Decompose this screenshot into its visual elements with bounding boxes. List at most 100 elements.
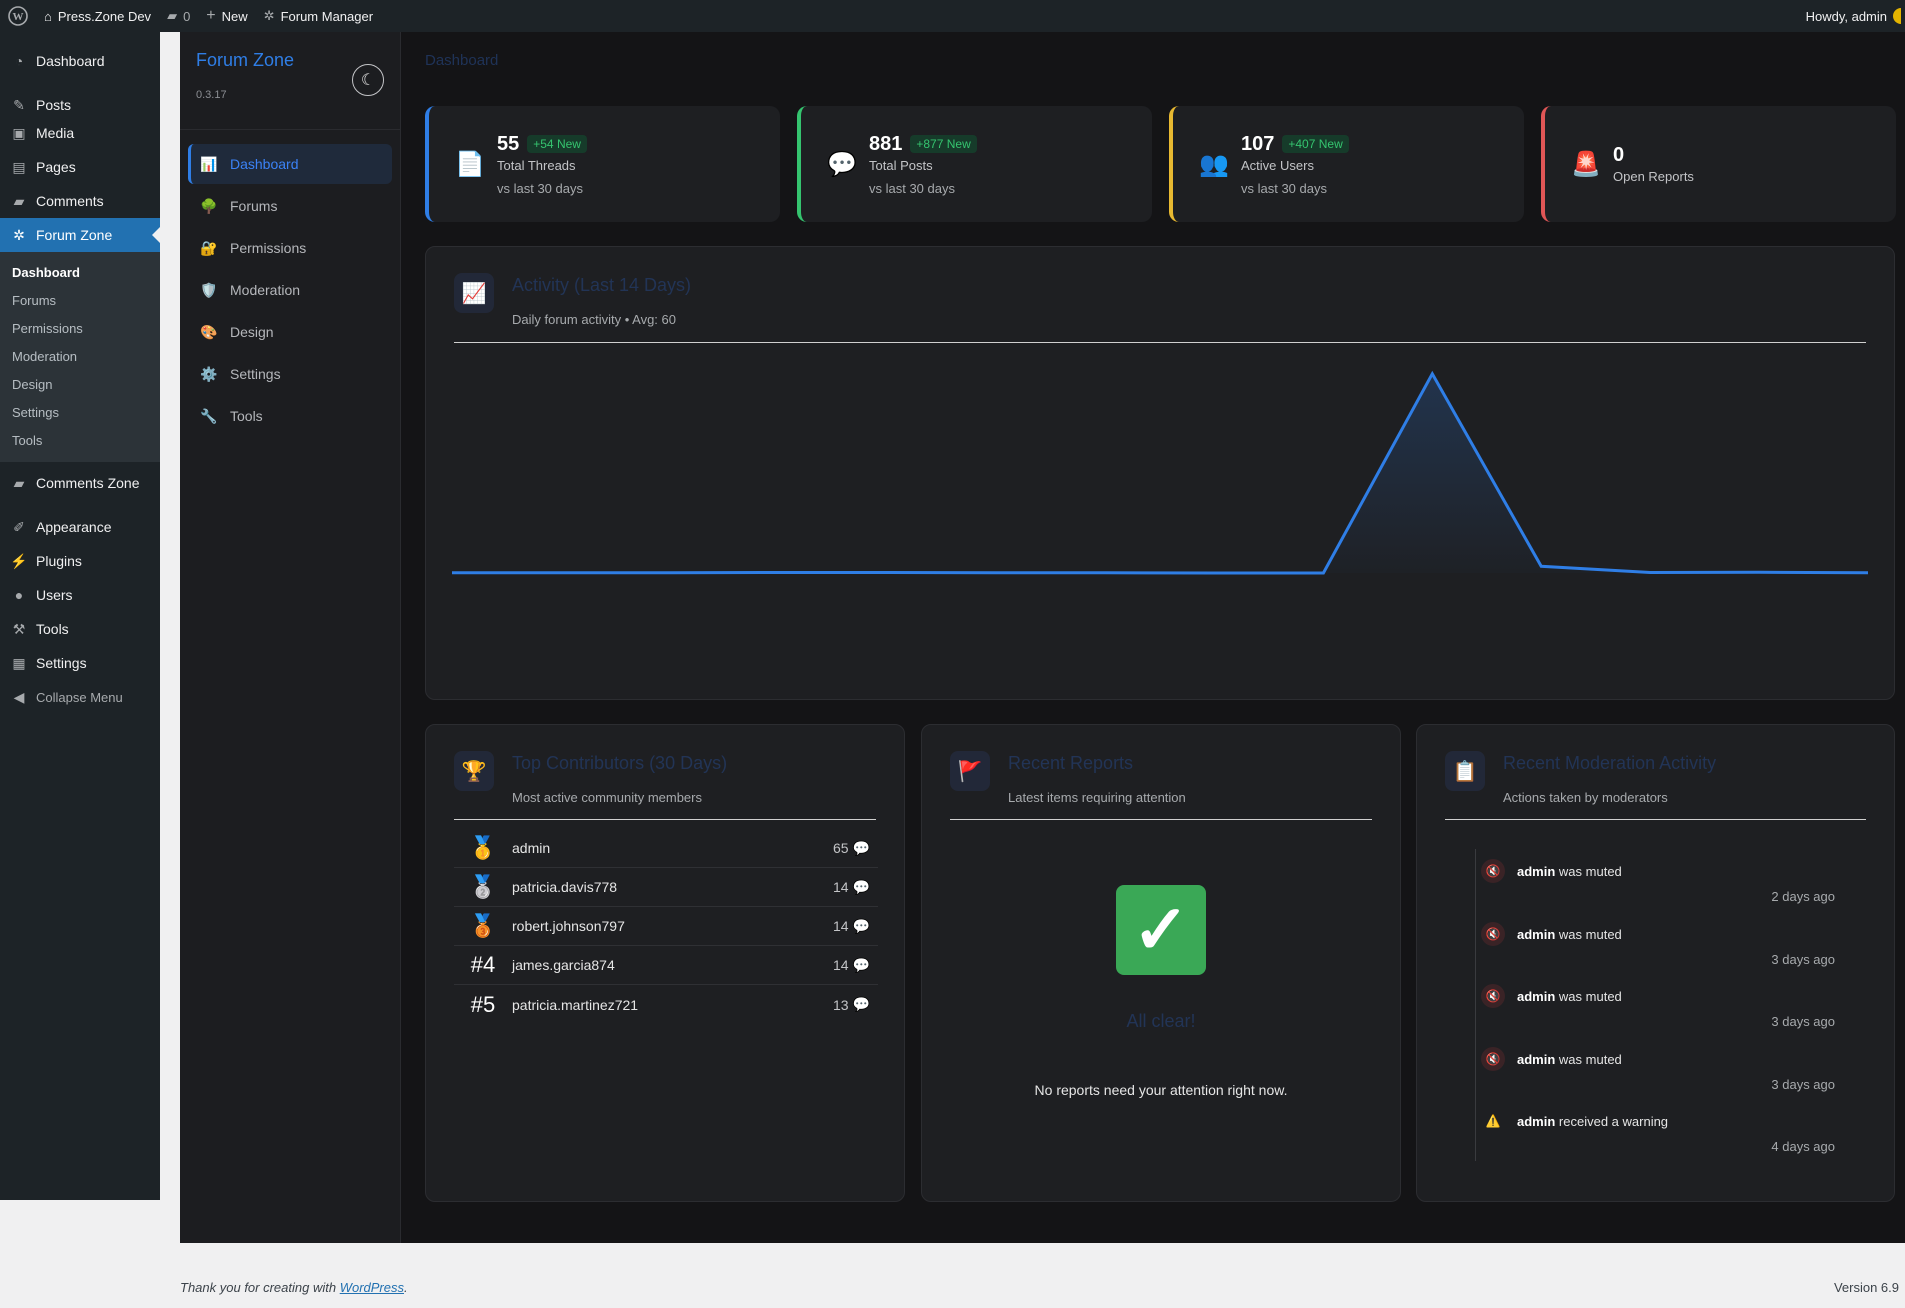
wrench-icon: 🔧 <box>200 407 218 424</box>
reports-subtitle: Latest items requiring attention <box>1008 790 1186 805</box>
plugin-nav-dashboard[interactable]: 📊 Dashboard <box>188 144 392 184</box>
plugin-nav-tools[interactable]: 🔧 Tools <box>188 396 392 436</box>
moderation-text: admin was muted <box>1517 927 1622 942</box>
count-value: 14 <box>832 879 849 895</box>
siren-icon: 🚨 <box>1571 150 1601 178</box>
menu-pages[interactable]: ▤ Pages <box>0 150 160 184</box>
submenu-dashboard[interactable]: Dashboard <box>0 258 160 286</box>
submenu-tools[interactable]: Tools <box>0 426 160 454</box>
contributor-name: robert.johnson797 <box>512 918 625 934</box>
document-icon: 📄 <box>455 150 485 178</box>
howdy-label: Howdy, admin <box>1805 8 1887 24</box>
contributor-name: admin <box>512 840 551 856</box>
rank-label: #4 <box>470 952 496 977</box>
menu-users[interactable]: ● Users <box>0 578 160 612</box>
activity-line <box>452 370 1869 575</box>
menu-tools-label: Tools <box>36 621 69 637</box>
plugin-nav-permissions[interactable]: 🔐 Permissions <box>188 228 392 268</box>
stat-label: Total Posts <box>869 157 933 173</box>
reports-card: 🚩 Recent Reports Latest items requiring … <box>921 724 1401 1202</box>
menu-plugins[interactable]: ⚡ Plugins <box>0 544 160 578</box>
menu-settings[interactable]: ▦ Settings <box>0 646 160 680</box>
stat-badge: +54 New <box>527 135 587 153</box>
contributor-count: 14 💬 <box>833 957 878 974</box>
menu-comments[interactable]: ▰ Comments <box>0 184 160 218</box>
menu-pages-label: Pages <box>36 159 76 175</box>
plugin-nav-moderation[interactable]: 🛡️ Moderation <box>188 270 392 310</box>
moderation-user[interactable]: admin <box>1517 864 1555 879</box>
submenu-permissions[interactable]: Permissions <box>0 314 160 342</box>
stat-card-reports: 🚨 0 Open Reports <box>1541 106 1896 222</box>
plugin-nav-label: Moderation <box>230 282 301 298</box>
submenu-design[interactable]: Design <box>0 370 160 398</box>
moderation-user[interactable]: admin <box>1517 989 1555 1004</box>
activity-subtitle: Daily forum activity • Avg: 60 <box>512 312 676 327</box>
media-icon: ▣ <box>12 124 26 141</box>
users-icon: 👥 <box>1199 150 1229 178</box>
stat-value: 107 <box>1241 132 1275 155</box>
menu-comments-zone[interactable]: ▰ Comments Zone <box>0 466 160 500</box>
chart-icon: 📊 <box>200 155 218 172</box>
moderation-user[interactable]: admin <box>1517 1052 1555 1067</box>
stat-badge: +877 New <box>910 135 977 153</box>
plugin-sidebar: Forum Zone 0.3.17 ☾ 📊 Dashboard 🌳 Forums 🔐… <box>180 32 401 1243</box>
menu-media[interactable]: ▣ Media <box>0 116 160 150</box>
menu-forum-zone-label: Forum Zone <box>36 227 113 243</box>
moderation-text: admin received a warning <box>1517 1114 1668 1129</box>
stat-label: Active Users <box>1241 157 1314 173</box>
warning-icon: ⚠️ <box>1485 1114 1501 1128</box>
pages-icon: ▤ <box>12 158 26 175</box>
wordpress-logo-icon[interactable]: W <box>0 0 36 32</box>
collapse-menu-button[interactable]: ◀ Collapse Menu <box>0 680 160 714</box>
trophy-icon: 🏆 <box>454 751 494 791</box>
new-label: New <box>221 8 248 24</box>
submenu-forums[interactable]: Forums <box>0 286 160 314</box>
plugin-brand: Forum Zone 0.3.17 ☾ <box>180 32 400 130</box>
menu-appearance-label: Appearance <box>36 519 112 535</box>
contributor-row[interactable]: #4 james.garcia874 14 💬 <box>454 946 878 985</box>
moderation-action: was muted <box>1558 1051 1622 1067</box>
moderation-user[interactable]: admin <box>1517 927 1555 942</box>
contributor-count: 65 💬 <box>833 840 878 857</box>
menu-tools[interactable]: ⚒ Tools <box>0 612 160 646</box>
comments-count: 0 <box>183 8 191 24</box>
collapse-menu-label: Collapse Menu <box>36 689 123 705</box>
wordpress-link[interactable]: WordPress <box>340 1280 404 1295</box>
menu-dashboard[interactable]: ◔ Dashboard <box>0 44 160 78</box>
stat-badge: +407 New <box>1282 135 1349 153</box>
contributor-row[interactable]: 🥇 admin 65 💬 <box>454 829 878 868</box>
avatar <box>1893 8 1901 24</box>
appearance-icon: ✐ <box>13 518 25 535</box>
my-account[interactable]: Howdy, admin <box>1806 0 1905 32</box>
menu-forum-zone[interactable]: ✲ Forum Zone <box>0 218 160 252</box>
plugin-nav-design[interactable]: 🎨 Design <box>188 312 392 352</box>
plugin-nav-label: Permissions <box>230 240 307 256</box>
moderation-user[interactable]: admin <box>1517 1114 1555 1129</box>
count-value: 13 <box>832 996 849 1013</box>
stat-label: Total Threads <box>497 157 576 173</box>
new-content-link[interactable]: + New <box>198 0 255 32</box>
site-name-link[interactable]: ⌂ Press.Zone Dev <box>36 0 159 32</box>
moderation-item: 🔇 admin was muted 3 days ago <box>1481 922 1835 967</box>
theme-toggle-button[interactable]: ☾ <box>352 64 384 96</box>
contributor-row[interactable]: #5 patricia.martinez721 13 💬 <box>454 985 878 1024</box>
contributor-count: 14 💬 <box>833 918 878 935</box>
stat-value: 881 <box>869 132 903 155</box>
moderation-item: ⚠️ admin received a warning 4 days ago <box>1481 1109 1835 1155</box>
moderation-action: received a warning <box>1558 1113 1669 1129</box>
plugin-nav-forums[interactable]: 🌳 Forums <box>188 186 392 226</box>
palette-icon: 🎨 <box>200 323 218 340</box>
contributors-subtitle: Most active community members <box>512 790 702 805</box>
plugin-nav-label: Design <box>230 324 274 340</box>
check-mark-icon: ✓ <box>1116 885 1206 975</box>
submenu-settings[interactable]: Settings <box>0 398 160 426</box>
comments-link[interactable]: ▰ 0 <box>159 0 198 32</box>
contributor-row[interactable]: 🥉 robert.johnson797 14 💬 <box>454 907 878 946</box>
forum-manager-link[interactable]: ✲ Forum Manager <box>256 0 381 32</box>
comment-icon: 💬 <box>852 917 870 934</box>
menu-appearance[interactable]: ✐ Appearance <box>0 510 160 544</box>
plugin-nav-settings[interactable]: ⚙️ Settings <box>188 354 392 394</box>
moderation-card: 📋 Recent Moderation Activity Actions tak… <box>1416 724 1895 1202</box>
contributor-row[interactable]: 🥈 patricia.davis778 14 💬 <box>454 868 878 907</box>
submenu-moderation[interactable]: Moderation <box>0 342 160 370</box>
